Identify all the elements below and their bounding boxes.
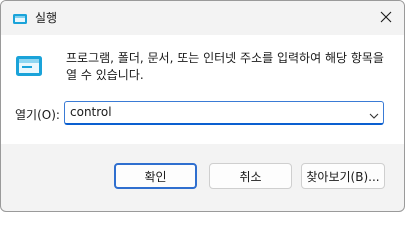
chevron-down-icon[interactable] (368, 107, 380, 119)
dialog-description: 프로그램, 폴더, 문서, 또는 인터넷 주소를 입력하여 해당 항목을 열 수… (66, 51, 384, 82)
open-label: 열기(O): (15, 108, 60, 122)
window-title: 실행 (35, 11, 58, 25)
title-bar: 실행 (1, 1, 404, 35)
run-large-icon (15, 55, 43, 77)
run-icon (12, 10, 28, 24)
ok-button[interactable]: 확인 (114, 163, 197, 189)
open-combobox[interactable]: control (64, 101, 384, 125)
close-icon (380, 8, 392, 27)
open-input-value[interactable]: control (70, 105, 112, 119)
close-button[interactable] (367, 1, 404, 33)
dialog-content: 프로그램, 폴더, 문서, 또는 인터넷 주소를 입력하여 해당 항목을 열 수… (1, 35, 404, 144)
cancel-button[interactable]: 취소 (209, 163, 292, 189)
run-dialog: 실행 프로그램, 폴더, 문서, 또는 인터넷 주소를 입력하여 해당 항목을 … (0, 0, 405, 212)
browse-button[interactable]: 찾아보기(B)... (301, 163, 385, 189)
